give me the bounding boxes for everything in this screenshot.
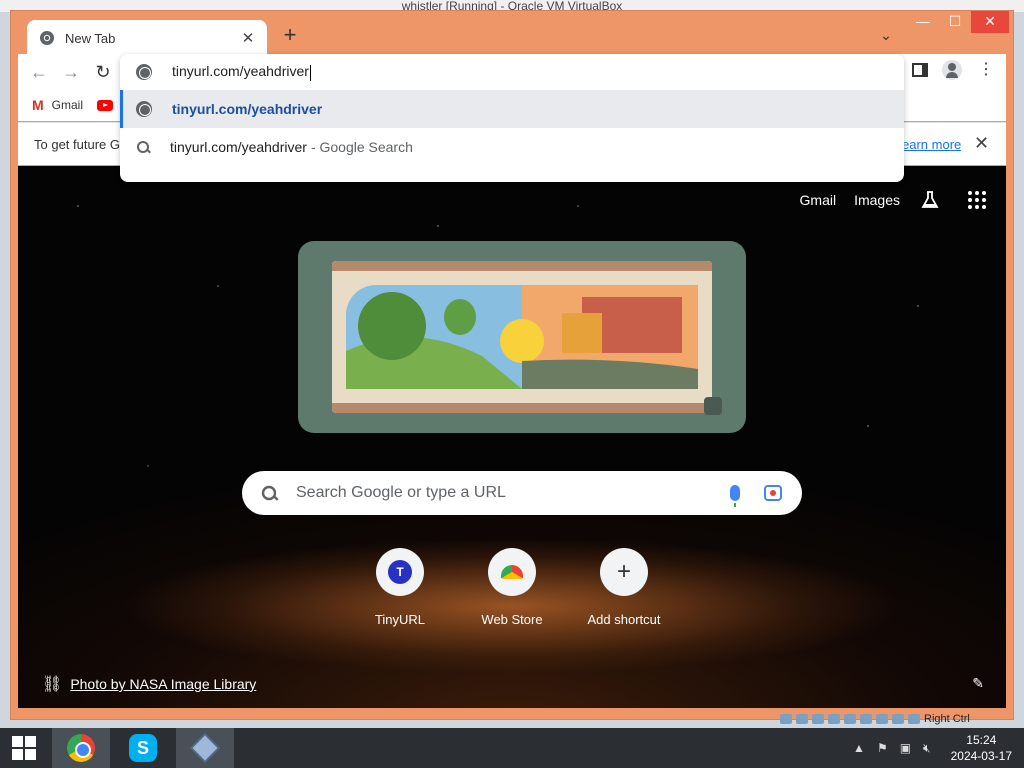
show-hidden-icons-icon[interactable]: ▲ bbox=[853, 741, 865, 755]
plus-icon: + bbox=[616, 558, 631, 585]
host-key-label: Right Ctrl bbox=[924, 713, 970, 725]
taskbar: S ▲ ⚑ ▣ 🔇︎ 15:24 2024-03-17 bbox=[0, 728, 1024, 768]
system-tray: ▲ ⚑ ▣ 🔇︎ 15:24 2024-03-17 bbox=[853, 728, 1012, 768]
taskbar-skype[interactable]: S bbox=[114, 728, 172, 768]
omnibox-dropdown: tinyurl.com/yeahdriver tinyurl.com/yeahd… bbox=[120, 54, 904, 182]
chrome-menu-button[interactable]: ⋮ bbox=[978, 60, 994, 80]
vbox-shared-folder-icon[interactable] bbox=[844, 714, 856, 724]
globe-icon bbox=[136, 64, 152, 80]
doodle-frame bbox=[298, 241, 746, 433]
maximize-button[interactable]: ☐ bbox=[939, 11, 971, 33]
virtualbox-icon bbox=[190, 733, 220, 763]
shortcut-tile: + bbox=[600, 548, 648, 596]
infobar-text: To get future G bbox=[34, 137, 120, 152]
google-apps-icon[interactable] bbox=[968, 191, 986, 209]
vbox-disk-icon[interactable] bbox=[780, 714, 792, 724]
network-icon[interactable]: ▣ bbox=[900, 741, 911, 755]
back-button[interactable]: ← bbox=[28, 61, 50, 83]
vbox-network-icon[interactable] bbox=[812, 714, 824, 724]
vbox-usb-icon[interactable] bbox=[828, 714, 840, 724]
forward-button[interactable]: → bbox=[60, 61, 82, 83]
web-store-icon bbox=[501, 565, 523, 579]
start-button[interactable] bbox=[0, 728, 48, 768]
voice-search-icon[interactable] bbox=[730, 485, 740, 507]
customize-pencil-icon[interactable]: ✎ bbox=[972, 675, 984, 692]
shortcut-tile bbox=[488, 548, 536, 596]
omnibox-input[interactable]: tinyurl.com/yeahdriver bbox=[172, 63, 311, 80]
vbox-recording-icon[interactable] bbox=[876, 714, 888, 724]
windows-logo-icon bbox=[12, 736, 36, 760]
virtualbox-status-bar: Right Ctrl bbox=[780, 712, 1024, 726]
link-icon: ⛓ bbox=[42, 676, 63, 693]
add-shortcut-button[interactable]: + Add shortcut bbox=[568, 548, 680, 627]
learn-more-link[interactable]: earn more bbox=[902, 137, 961, 152]
search-icon bbox=[136, 140, 150, 154]
vbox-mouse-icon[interactable] bbox=[908, 714, 920, 724]
shortcut-label: Web Store bbox=[481, 612, 543, 627]
shortcut-label: TinyURL bbox=[374, 612, 426, 627]
clock-date: 2024-03-17 bbox=[950, 749, 1012, 763]
tab-strip: New Tab ✕ + ⌄ — ☐ ✕ bbox=[11, 11, 1013, 56]
skype-icon: S bbox=[129, 734, 157, 762]
window-controls: — ☐ ✕ bbox=[907, 11, 1009, 35]
tab-search-button[interactable]: ⌄ bbox=[877, 27, 895, 45]
bookmark-gmail[interactable]: M Gmail bbox=[32, 97, 83, 113]
suggestion-text: tinyurl.com/yeahdriver bbox=[170, 139, 307, 155]
suggestion-text: tinyurl.com/yeahdriver bbox=[172, 101, 323, 117]
gmail-link[interactable]: Gmail bbox=[800, 192, 837, 208]
chrome-icon bbox=[67, 734, 95, 762]
omnibox-suggestion-search[interactable]: tinyurl.com/yeahdriver - Google Search bbox=[120, 128, 904, 166]
labs-flask-icon[interactable] bbox=[920, 190, 940, 210]
tab-title: New Tab bbox=[65, 30, 116, 46]
side-panel-icon[interactable] bbox=[912, 63, 928, 77]
new-tab-page: Gmail Images Search Google or type a URL… bbox=[18, 166, 1006, 708]
suggestion-subtext: - Google Search bbox=[310, 139, 413, 155]
shortcut-web-store[interactable]: Web Store bbox=[456, 548, 568, 627]
infobar-close-icon[interactable]: ✕ bbox=[974, 133, 989, 154]
photo-credit-link[interactable]: Photo by NASA Image Library bbox=[70, 676, 256, 692]
globe-icon bbox=[136, 101, 152, 117]
images-link[interactable]: Images bbox=[854, 192, 900, 208]
shortcut-label: Add shortcut bbox=[587, 612, 661, 627]
ntp-header-links: Gmail Images bbox=[782, 190, 986, 210]
google-lens-icon[interactable] bbox=[764, 485, 782, 501]
chrome-icon bbox=[40, 31, 54, 45]
profile-avatar-icon[interactable] bbox=[942, 60, 962, 80]
google-doodle[interactable] bbox=[332, 261, 712, 413]
new-tab-button[interactable]: + bbox=[279, 24, 301, 47]
close-window-button[interactable]: ✕ bbox=[971, 11, 1009, 33]
photo-credit[interactable]: ⛓ Photo by NASA Image Library bbox=[42, 674, 256, 694]
share-icon[interactable] bbox=[704, 397, 722, 415]
taskbar-chrome[interactable] bbox=[52, 728, 110, 768]
shortcuts: T TinyURL Web Store + Add shortcut bbox=[18, 548, 1006, 627]
vbox-cpu-icon[interactable] bbox=[892, 714, 904, 724]
reload-button[interactable]: ↻ bbox=[92, 61, 114, 83]
search-placeholder: Search Google or type a URL bbox=[296, 484, 506, 501]
omnibox[interactable]: tinyurl.com/yeahdriver bbox=[120, 54, 904, 90]
youtube-icon bbox=[97, 99, 114, 111]
taskbar-virtualbox[interactable] bbox=[176, 728, 234, 768]
ntp-search-box[interactable]: Search Google or type a URL bbox=[242, 471, 802, 515]
vbox-optical-icon[interactable] bbox=[796, 714, 808, 724]
search-icon bbox=[261, 485, 278, 502]
action-center-flag-icon[interactable]: ⚑ bbox=[877, 741, 888, 755]
shortcut-tinyurl[interactable]: T TinyURL bbox=[344, 548, 456, 627]
shortcut-tile: T bbox=[376, 548, 424, 596]
clock[interactable]: 15:24 2024-03-17 bbox=[951, 732, 1012, 764]
tab-new-tab[interactable]: New Tab ✕ bbox=[27, 20, 267, 56]
gmail-icon: M bbox=[32, 97, 44, 113]
close-tab-icon[interactable]: ✕ bbox=[239, 29, 257, 47]
vbox-display-icon[interactable] bbox=[860, 714, 872, 724]
tinyurl-icon: T bbox=[388, 560, 412, 584]
volume-muted-icon[interactable]: 🔇︎ bbox=[923, 741, 931, 756]
bookmark-label: Gmail bbox=[51, 98, 84, 112]
bookmark-youtube[interactable] bbox=[97, 99, 119, 111]
minimize-button[interactable]: — bbox=[907, 11, 939, 33]
desktop: whistler [Running] - Oracle VM VirtualBo… bbox=[0, 0, 1024, 768]
clock-time: 15:24 bbox=[966, 733, 997, 747]
omnibox-suggestion-url[interactable]: tinyurl.com/yeahdriver bbox=[120, 90, 904, 128]
